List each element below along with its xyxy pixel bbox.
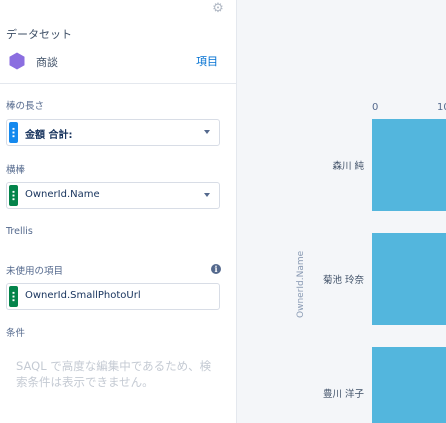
filters-placeholder: SAQL で高度な編集中であるため、検索条件は表示できません。 [16, 359, 212, 389]
chevron-down-icon[interactable] [204, 130, 210, 134]
chart-bar[interactable] [372, 347, 446, 423]
bar-length-value: 金額 合計: [25, 130, 73, 141]
bar-axis-field[interactable]: OwnerId.Name [6, 182, 220, 209]
chevron-down-icon[interactable] [204, 193, 210, 197]
drag-handle[interactable] [9, 185, 18, 206]
category-label: 豊川 洋子 [322, 389, 364, 400]
hexagon-icon [9, 52, 25, 70]
chart-bar[interactable] [372, 233, 446, 325]
x-tick-label: 0 [372, 102, 379, 113]
gear-icon[interactable]: ⚙ [211, 2, 225, 16]
unused-fields-label: 未使用の項目 [6, 266, 64, 277]
dataset-row: 商談 項目 [6, 49, 226, 73]
drag-handle[interactable] [9, 122, 18, 143]
x-tick-label: 10 [437, 102, 446, 113]
info-icon[interactable]: i [211, 264, 221, 274]
y-axis-title: OwnerId.Name [296, 250, 306, 318]
bar-length-label: 棒の長さ [6, 101, 45, 112]
bar-axis-value: OwnerId.Name [25, 189, 100, 200]
left-panel: ⚙ データセット 商談 項目 棒の長さ 金額 合計: 横棒 OwnerId.Na… [0, 0, 237, 423]
divider [0, 83, 236, 84]
dataset-label: データセット [6, 28, 72, 41]
trellis-label: Trellis [6, 226, 33, 237]
dataset-name: 商談 [36, 56, 58, 69]
category-label: 森川 純 [332, 161, 364, 172]
drag-handle[interactable] [9, 286, 18, 307]
bar-length-field[interactable]: 金額 合計: [6, 119, 220, 146]
items-link[interactable]: 項目 [196, 53, 218, 69]
chart-bar[interactable] [372, 119, 446, 211]
category-label: 菊池 玲奈 [322, 275, 364, 286]
unused-field[interactable]: OwnerId.SmallPhotoUrl [6, 283, 220, 310]
filters-label: 条件 [6, 328, 26, 339]
unused-field-value: OwnerId.SmallPhotoUrl [25, 290, 141, 301]
bar-axis-label: 横棒 [6, 165, 26, 176]
